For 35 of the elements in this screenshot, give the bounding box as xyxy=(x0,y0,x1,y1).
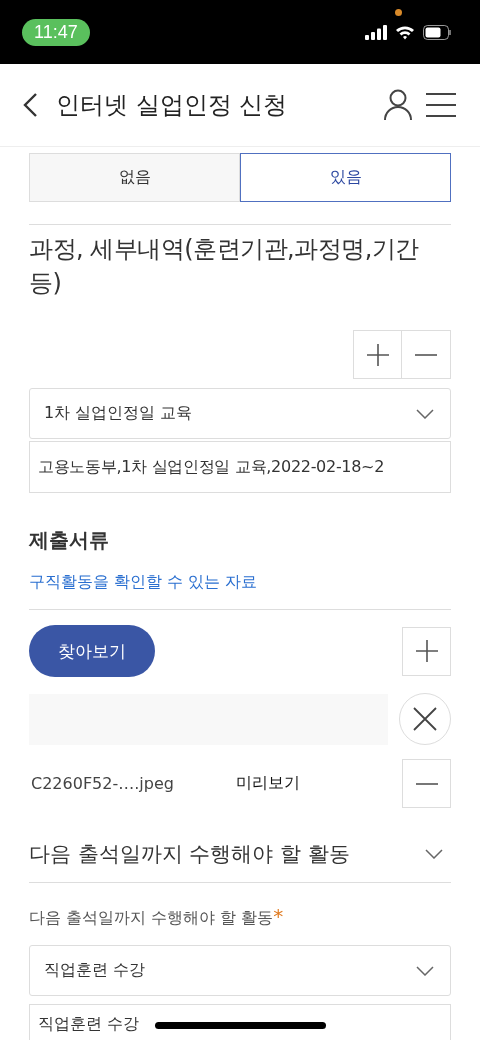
field-label: 다음 출석일까지 수행해야 할 활동 xyxy=(29,908,274,928)
browse-button[interactable]: 찾아보기 xyxy=(29,625,155,678)
minus-icon xyxy=(415,353,437,356)
plus-icon xyxy=(366,343,389,366)
signal-icon xyxy=(365,24,387,40)
status-time: 11:47 xyxy=(22,18,90,46)
input-field[interactable]: 고용노동부,1차 실업인정일 교육,2022-02-18~2 xyxy=(29,441,451,494)
required-mark: * xyxy=(273,904,284,929)
choice-tab[interactable]: 없음 xyxy=(29,153,240,202)
preview-link[interactable]: 미리보기 xyxy=(236,773,402,795)
dropdown[interactable]: 1차 실업인정일 교육 xyxy=(29,388,451,440)
choice-tab[interactable]: 있음 xyxy=(240,153,451,202)
dropdown[interactable]: 직업훈련 수강 xyxy=(29,945,451,997)
section-title: 다음 출석일까지 수행해야 할 활동 xyxy=(29,841,350,869)
plus-icon xyxy=(415,640,438,663)
info-link[interactable]: 구직활동을 확인할 수 있는 자료 xyxy=(29,572,451,594)
section-title: 제출서류 xyxy=(29,527,110,555)
chevron-down-icon[interactable] xyxy=(425,849,443,860)
page-title: 인터넷 실업인정 신청 xyxy=(56,90,289,121)
user-icon[interactable] xyxy=(384,89,412,121)
menu-icon[interactable] xyxy=(426,93,456,117)
dropdown-value: 직업훈련 수강 xyxy=(44,960,146,982)
section-title: 과정, 세부내역(훈련기관,과정명,기간 등) xyxy=(29,234,420,299)
dropdown-value: 1차 실업인정일 교육 xyxy=(44,403,193,425)
chevron-down-icon xyxy=(416,965,434,976)
add-button[interactable] xyxy=(353,330,402,380)
file-name: C2260F52-….jpeg xyxy=(31,774,175,794)
close-icon xyxy=(413,707,437,732)
battery-icon xyxy=(423,24,452,40)
recording-dot-icon xyxy=(395,9,402,16)
back-icon[interactable] xyxy=(22,92,38,118)
wifi-icon xyxy=(395,24,415,40)
chevron-down-icon xyxy=(416,408,434,419)
minus-icon xyxy=(415,782,438,785)
add-button[interactable] xyxy=(402,626,451,676)
